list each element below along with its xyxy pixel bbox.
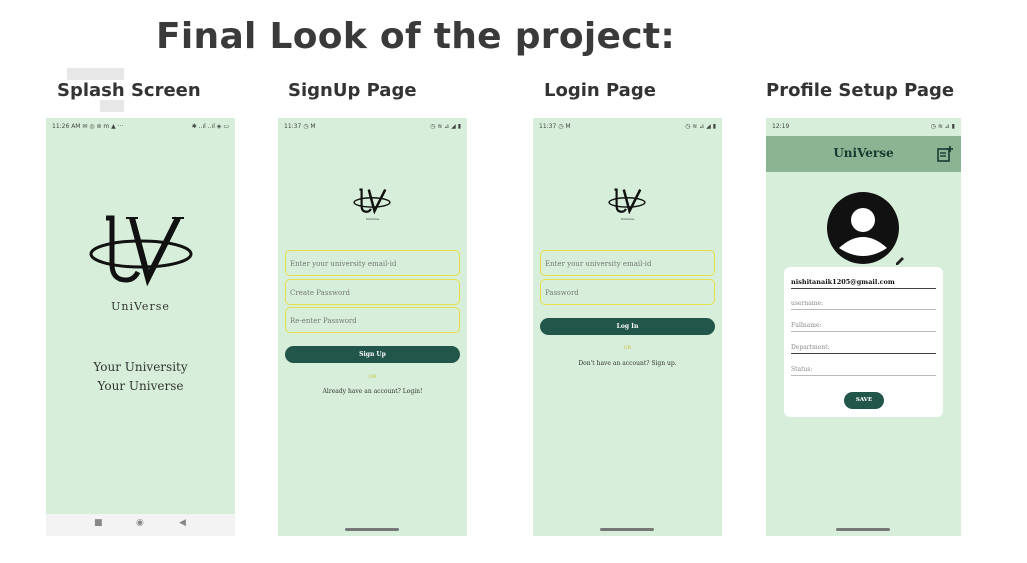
email-field[interactable]: Enter your university email-id bbox=[540, 250, 715, 276]
status-bar: 12:19 ◷ ≋ ⊿ ▮ bbox=[766, 118, 961, 136]
brand-name: UniVerse bbox=[111, 300, 170, 313]
label-signup-page: SignUp Page bbox=[288, 80, 417, 101]
status-bar: 11:37 ◷ M ◷ ≋ ⊿ ◢ ▮ bbox=[533, 118, 722, 136]
sign-up-button[interactable]: Sign Up bbox=[285, 346, 460, 363]
tagline-line-2: Your Universe bbox=[97, 379, 184, 393]
status-time: 11:37 ◷ M bbox=[539, 123, 571, 130]
tagline-line-1: Your University bbox=[93, 360, 188, 374]
profile-form-card: nishitanaik1205@gmail.com username: Full… bbox=[784, 267, 943, 417]
status-icons: ◷ ≋ ⊿ ▮ bbox=[930, 123, 955, 130]
label-profile-setup-page: Profile Setup Page bbox=[766, 80, 955, 101]
create-password-field[interactable]: Create Password bbox=[285, 279, 460, 305]
brand-caption: UniVerse bbox=[620, 217, 635, 221]
department-field[interactable]: Department: bbox=[791, 344, 936, 354]
or-divider: OR bbox=[623, 345, 632, 351]
username-field[interactable]: username: bbox=[791, 300, 936, 310]
status-bar: 11:26 AM ✉ ◎ ⊚ m ▲ ··· ✱ ..ıl ..ıl ◈ ▭ bbox=[46, 118, 235, 136]
save-button[interactable]: SAVE bbox=[844, 392, 884, 409]
universe-logo bbox=[88, 214, 194, 286]
label-login-page: Login Page bbox=[544, 80, 656, 101]
app-bar: UniVerse bbox=[766, 136, 961, 172]
gesture-bar bbox=[600, 528, 654, 531]
login-page-phone: 11:37 ◷ M ◷ ≋ ⊿ ◢ ▮ UniVerse Enter your … bbox=[533, 118, 722, 536]
status-time: 11:37 ◷ M bbox=[284, 123, 316, 130]
gesture-bar bbox=[836, 528, 890, 531]
slide-title: Final Look of the project: bbox=[156, 16, 676, 57]
password-field[interactable]: Password bbox=[540, 279, 715, 305]
brand-caption: UniVerse bbox=[365, 217, 380, 221]
home-button[interactable]: ◉ bbox=[136, 518, 144, 528]
avatar-icon[interactable] bbox=[825, 192, 903, 264]
status-icons: ◷ ≋ ⊿ ◢ ▮ bbox=[685, 123, 716, 130]
gesture-bar bbox=[345, 528, 399, 531]
add-note-icon[interactable] bbox=[937, 146, 953, 162]
email-display: nishitanaik1205@gmail.com bbox=[791, 278, 936, 289]
status-field[interactable]: Status: bbox=[791, 366, 936, 376]
recents-button[interactable]: ■ bbox=[94, 518, 103, 528]
status-icons: ✱ ..ıl ..ıl ◈ ▭ bbox=[191, 123, 229, 130]
fullname-field[interactable]: Fullname: bbox=[791, 322, 936, 332]
label-splash-screen: Splash Screen bbox=[57, 80, 201, 101]
status-time: 12:19 bbox=[772, 123, 790, 130]
android-nav-bar: ■ ◉ ◀ bbox=[46, 514, 235, 536]
profile-setup-phone: 12:19 ◷ ≋ ⊿ ▮ UniVerse nishitanaik1205@g… bbox=[766, 118, 961, 536]
reenter-password-field[interactable]: Re-enter Password bbox=[285, 307, 460, 333]
or-divider: OR bbox=[368, 374, 377, 380]
log-in-button[interactable]: Log In bbox=[540, 318, 715, 335]
decorative-block bbox=[100, 100, 124, 112]
status-time: 11:26 AM ✉ ◎ ⊚ m ▲ ··· bbox=[52, 123, 124, 130]
splash-screen-phone: 11:26 AM ✉ ◎ ⊚ m ▲ ··· ✱ ..ıl ..ıl ◈ ▭ U… bbox=[46, 118, 235, 536]
email-field[interactable]: Enter your university email-id bbox=[285, 250, 460, 276]
status-bar: 11:37 ◷ M ◷ ≋ ⊿ ◢ ▮ bbox=[278, 118, 467, 136]
login-link[interactable]: Already have an account? Login! bbox=[278, 388, 467, 395]
signup-link[interactable]: Don't have an account? Sign up. bbox=[533, 360, 722, 367]
edit-pencil-icon[interactable] bbox=[895, 251, 905, 265]
status-icons: ◷ ≋ ⊿ ◢ ▮ bbox=[430, 123, 461, 130]
app-title: UniVerse bbox=[833, 146, 894, 160]
back-button[interactable]: ◀ bbox=[179, 518, 186, 528]
universe-logo bbox=[353, 188, 391, 214]
universe-logo bbox=[608, 188, 646, 214]
decorative-block bbox=[67, 68, 124, 80]
signup-page-phone: 11:37 ◷ M ◷ ≋ ⊿ ◢ ▮ UniVerse Enter your … bbox=[278, 118, 467, 536]
